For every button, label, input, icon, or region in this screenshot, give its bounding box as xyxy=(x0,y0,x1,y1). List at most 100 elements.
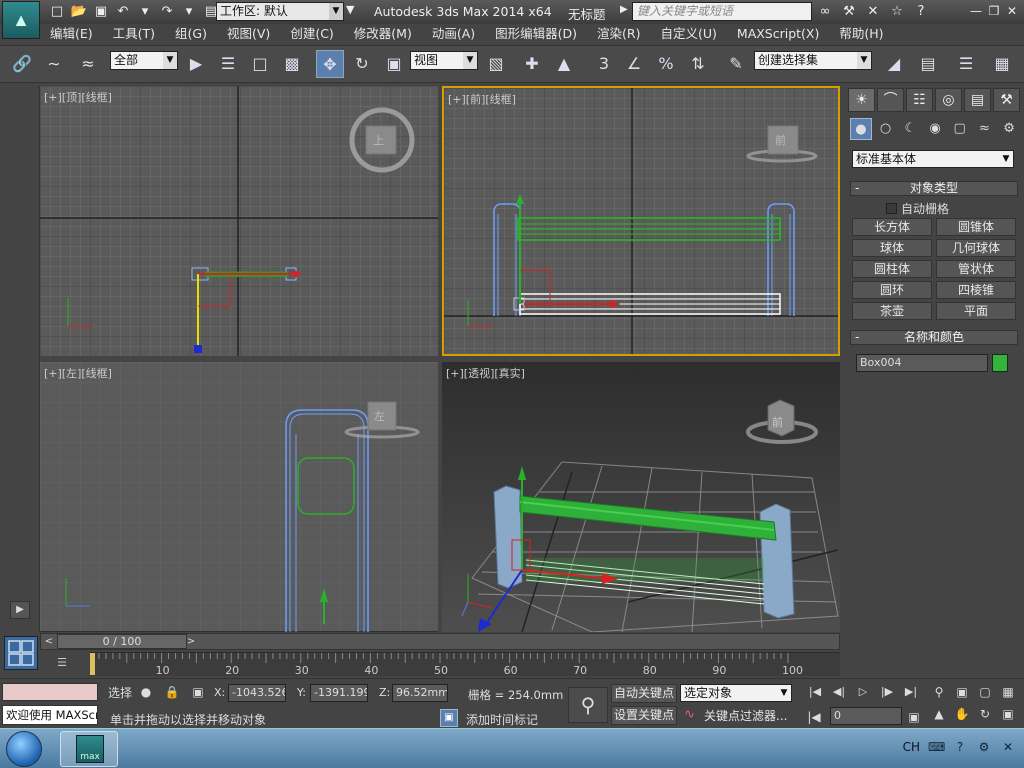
rollout-name-and-color[interactable]: - 名称和颜色 xyxy=(850,330,1018,345)
object-name-input[interactable]: Box004 xyxy=(856,354,988,372)
tube-button[interactable]: 管状体 xyxy=(936,260,1016,278)
graphite-modeling-icon[interactable]: ▦ xyxy=(988,50,1016,78)
open-file-icon[interactable]: 📂 xyxy=(70,3,88,20)
autogrid-checkbox[interactable] xyxy=(886,203,897,214)
menu-group[interactable]: 组(G) xyxy=(165,24,217,44)
menu-views[interactable]: 视图(V) xyxy=(217,24,280,44)
go-to-end-icon[interactable]: ▶| xyxy=(900,683,922,701)
time-tag-lock-icon[interactable]: ▣ xyxy=(440,709,458,727)
persp-cube-label[interactable]: 前 xyxy=(772,415,783,429)
help-icon[interactable]: ? xyxy=(912,3,930,20)
autogrid-checkbox-row[interactable]: 自动栅格 xyxy=(886,200,949,217)
go-to-start-icon[interactable]: |◀ xyxy=(804,683,826,701)
unlink-icon[interactable]: ∼ xyxy=(40,50,68,78)
set-keys-key-icon[interactable]: ⚲ xyxy=(568,687,608,723)
isolate-bulb-icon[interactable]: ● xyxy=(138,684,154,700)
play-icon[interactable]: ▷ xyxy=(852,683,874,701)
viewport-left-label[interactable]: [+][左][线框] xyxy=(44,365,112,381)
redo-icon[interactable]: ↷ xyxy=(158,3,176,20)
pyramid-button[interactable]: 四棱锥 xyxy=(936,281,1016,299)
communication-icon[interactable]: ✕ xyxy=(864,3,882,20)
box-button[interactable]: 长方体 xyxy=(852,218,932,236)
space-warps-icon[interactable]: ≈ xyxy=(974,118,996,140)
object-color-swatch[interactable] xyxy=(992,354,1008,372)
create-tab-sun-icon[interactable]: ☀ xyxy=(848,88,875,112)
time-slider[interactable]: < 0 / 100 > xyxy=(40,633,840,650)
minimize-icon[interactable]: — xyxy=(968,3,984,19)
application-button[interactable]: ▲ xyxy=(2,1,40,39)
select-object-icon[interactable]: ▶ xyxy=(182,50,210,78)
lights-icon[interactable]: ☾ xyxy=(899,118,921,140)
select-and-scale-icon[interactable]: ▣ xyxy=(380,50,408,78)
input-language[interactable]: CH xyxy=(903,740,920,754)
undo-dropdown-icon[interactable]: ▾ xyxy=(136,3,154,20)
hierarchy-tab-icon[interactable]: ☷ xyxy=(906,88,933,112)
key-mode-toggle-icon[interactable]: |◀ xyxy=(806,709,822,725)
viewport-front-label[interactable]: [+][前][线框] xyxy=(448,91,516,107)
time-slider-thumb[interactable]: 0 / 100 xyxy=(57,634,187,649)
select-by-name-icon[interactable]: ☰ xyxy=(214,50,242,78)
field-of-view-icon[interactable]: ▲ xyxy=(928,705,950,723)
rollout-object-type[interactable]: - 对象类型 xyxy=(850,181,1018,196)
angle-snap-icon[interactable]: ∠ xyxy=(620,50,648,78)
menu-create[interactable]: 创建(C) xyxy=(280,24,343,44)
current-frame-marker[interactable] xyxy=(90,653,95,675)
maxscript-mini-listener-input[interactable]: 欢迎使用 MAXScr xyxy=(2,705,98,725)
subscription-icon[interactable]: ⚒ xyxy=(840,3,858,20)
tray-close-icon[interactable]: ✕ xyxy=(1000,739,1016,755)
select-and-move-icon[interactable]: ✥ xyxy=(316,50,344,78)
systems-gear-icon[interactable]: ⚙ xyxy=(998,118,1020,140)
snaps-toggle-icon[interactable]: 3 xyxy=(590,50,618,78)
zoom-extents-all-icon[interactable]: ▦ xyxy=(997,683,1019,701)
maxscript-mini-listener-output[interactable] xyxy=(2,683,98,701)
viewport-top[interactable]: [+][顶][线框] 上 xyxy=(40,86,438,356)
teapot-button[interactable]: 茶壶 xyxy=(852,302,932,320)
menu-graph-editors[interactable]: 图形编辑器(D) xyxy=(485,24,587,44)
viewport-layout-icon[interactable] xyxy=(4,636,38,670)
current-frame-input[interactable]: 0 xyxy=(830,707,902,725)
viewport-left[interactable]: [+][左][线框] 左 xyxy=(40,362,438,632)
z-coord-input[interactable]: 96.52mm xyxy=(392,684,448,702)
menu-rendering[interactable]: 渲染(R) xyxy=(587,24,650,44)
undo-icon[interactable]: ↶ xyxy=(114,3,132,20)
auto-key-button[interactable]: 自动关键点 xyxy=(611,684,678,703)
bind-space-warp-icon[interactable]: ≈ xyxy=(74,50,102,78)
shapes-icon[interactable]: ○ xyxy=(875,118,897,140)
selection-lock-icon[interactable]: 🔒 xyxy=(164,684,180,700)
taskbar-3dsmax-button[interactable]: max xyxy=(60,731,118,767)
select-and-rotate-icon[interactable]: ↻ xyxy=(348,50,376,78)
maximize-viewport-icon[interactable]: ▣ xyxy=(997,705,1019,723)
torus-button[interactable]: 圆环 xyxy=(852,281,932,299)
reference-coordinate-dropdown[interactable]: 视图 ▼ xyxy=(410,51,478,70)
binoculars-icon[interactable]: ∞ xyxy=(816,3,834,20)
workspace-dropdown[interactable]: 工作区: 默认 ▼ xyxy=(216,2,344,21)
restore-icon[interactable]: ❐ xyxy=(986,3,1002,19)
window-crossing-icon[interactable]: ▩ xyxy=(278,50,306,78)
viewport-perspective[interactable]: [+][透视][真实] 前 xyxy=(442,362,840,632)
redo-dropdown-icon[interactable]: ▾ xyxy=(180,3,198,20)
start-button[interactable] xyxy=(6,731,42,767)
top-cube-label[interactable]: 上 xyxy=(373,134,384,147)
pan-hand-icon[interactable]: ✋ xyxy=(951,705,973,723)
align-icon[interactable]: ▤ xyxy=(914,50,942,78)
select-and-link-icon[interactable]: 🔗 xyxy=(8,50,36,78)
helpers-icon[interactable]: ▢ xyxy=(949,118,971,140)
time-slider-next-icon[interactable]: > xyxy=(183,634,199,649)
zoom-icon[interactable]: ⚲ xyxy=(928,683,950,701)
key-filters-button[interactable]: 关键点过滤器... xyxy=(704,707,787,724)
left-cube-label[interactable]: 左 xyxy=(374,410,385,423)
selection-filter-dropdown[interactable]: 全部 ▼ xyxy=(110,51,178,70)
keyboard-shortcut-override-icon[interactable]: ▲ xyxy=(550,50,578,78)
menu-maxscript[interactable]: MAXScript(X) xyxy=(727,24,829,44)
close-icon[interactable]: ✕ xyxy=(1004,3,1020,19)
named-selection-dropdown[interactable]: 创建选择集 ▼ xyxy=(754,51,872,70)
front-cube-label[interactable]: 前 xyxy=(775,133,786,147)
geometry-sphere-icon[interactable]: ● xyxy=(850,118,872,140)
viewport-top-label[interactable]: [+][顶][线框] xyxy=(44,89,112,105)
cameras-icon[interactable]: ◉ xyxy=(924,118,946,140)
menu-tools[interactable]: 工具(T) xyxy=(103,24,165,44)
time-slider-prev-icon[interactable]: < xyxy=(41,634,57,649)
favorites-star-icon[interactable]: ☆ xyxy=(888,3,906,20)
zoom-extents-icon[interactable]: ▢ xyxy=(974,683,996,701)
orbit-icon[interactable]: ↻ xyxy=(974,705,996,723)
